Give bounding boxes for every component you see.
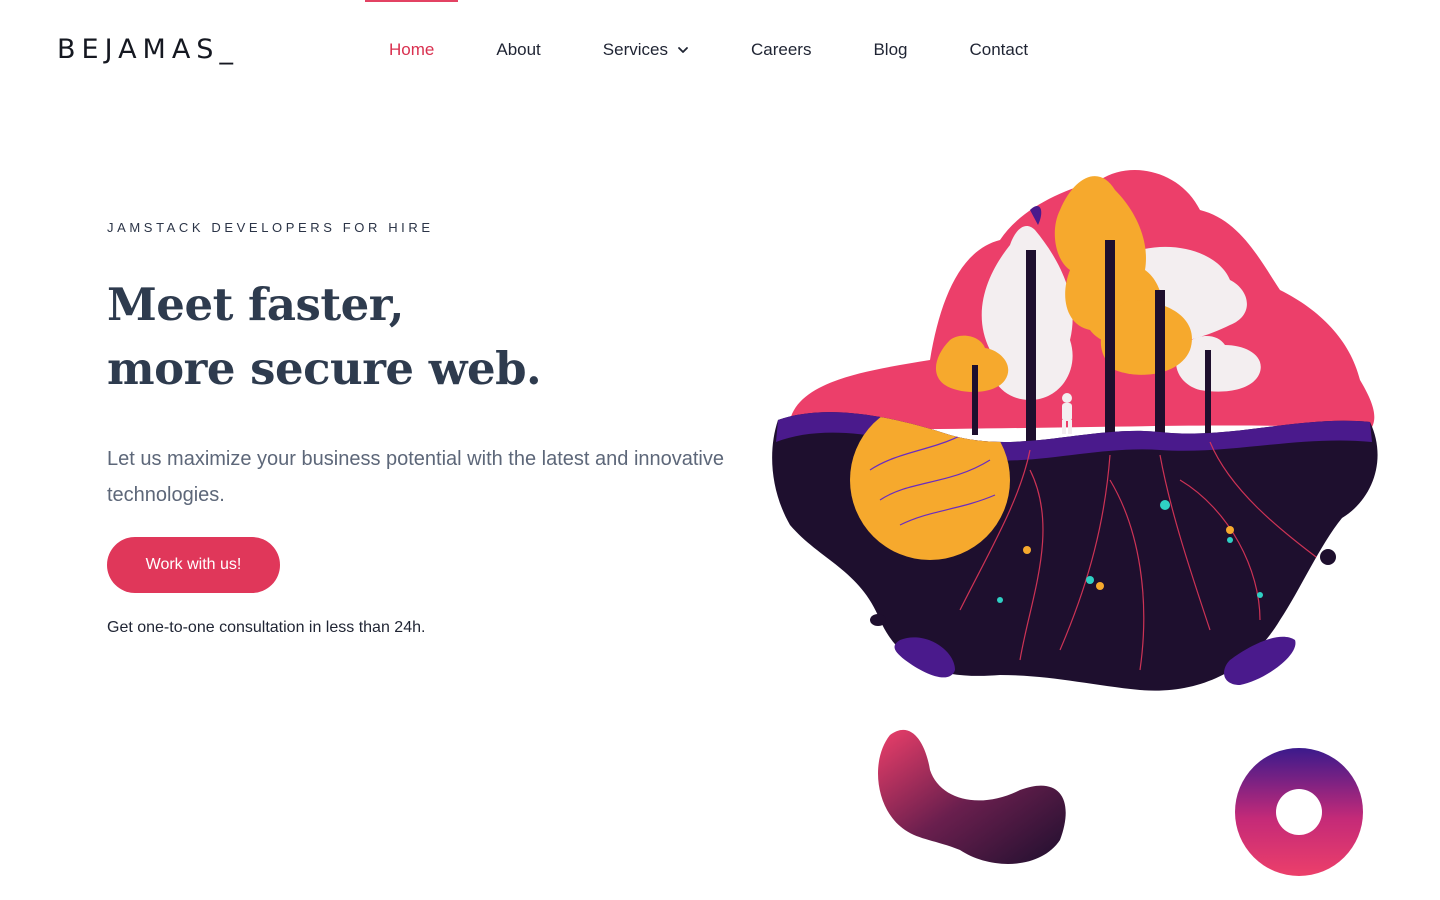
hero-headline-line2: more secure web. <box>107 342 542 395</box>
hero-illustration <box>760 150 1420 890</box>
hero-eyebrow: JAMSTACK DEVELOPERS FOR HIRE <box>107 220 434 235</box>
chevron-down-icon <box>677 44 689 56</box>
nav-item-careers[interactable]: Careers <box>720 0 842 100</box>
logo[interactable]: BEJAMAS_ <box>57 34 239 65</box>
hero-headline: Meet faster, more secure web. <box>107 273 727 401</box>
nav-item-blog[interactable]: Blog <box>842 0 938 100</box>
site-header: BEJAMAS_ Home About Services Careers Blo… <box>0 0 1440 100</box>
nav-item-label: Services <box>602 40 668 59</box>
main-nav: Home About Services Careers Blog Contact <box>358 0 1059 100</box>
nav-item-label: Careers <box>750 40 812 59</box>
nav-item-label: Contact <box>969 40 1029 59</box>
nav-item-label: Home <box>389 40 435 59</box>
nav-item-label: Blog <box>873 40 908 59</box>
nav-item-about[interactable]: About <box>465 0 571 100</box>
hero-lead: Let us maximize your business potential … <box>107 448 725 506</box>
nav-item-home[interactable]: Home <box>358 0 465 100</box>
hero-note: Get one-to-one consultation in less than… <box>107 619 426 636</box>
hero-headline-line1: Meet faster, <box>107 278 404 331</box>
nav-item-contact[interactable]: Contact <box>938 0 1059 100</box>
nav-item-label: About <box>496 40 541 59</box>
nav-item-services[interactable]: Services <box>572 0 720 100</box>
work-with-us-button[interactable]: Work with us! <box>107 537 280 593</box>
hero-section: JAMSTACK DEVELOPERS FOR HIRE Meet faster… <box>107 220 727 637</box>
forest-underground-illustration <box>772 170 1378 876</box>
